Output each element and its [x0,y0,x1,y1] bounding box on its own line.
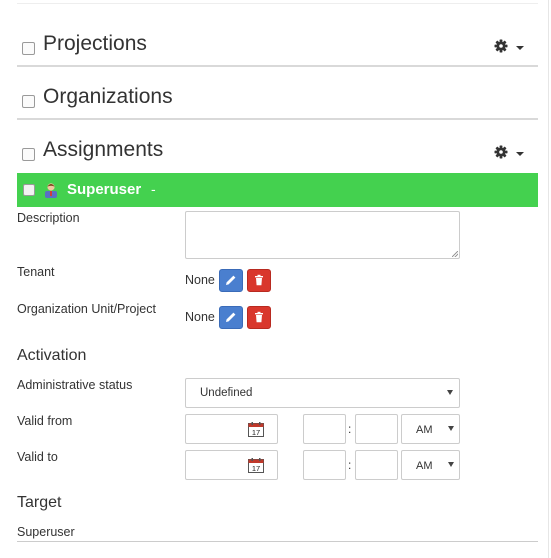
gear-icon [494,145,508,159]
resize-grip-icon[interactable] [452,251,458,257]
tenant-label: Tenant [17,265,55,279]
assignments-gear-menu[interactable] [494,145,524,161]
assignments-checkbox[interactable] [22,148,35,161]
admin-status-value: Undefined [200,387,253,399]
right-border [548,0,549,558]
target-value: Superuser [17,525,75,539]
assignment-checkbox[interactable] [23,184,35,196]
valid-from-ampm-value: AM [416,424,433,436]
assignment-name[interactable]: Superuser [67,181,141,198]
svg-text:17: 17 [252,428,260,437]
valid-to-ampm-select[interactable]: AM [401,450,460,480]
section-projections: Projections [17,31,538,67]
organizations-title: Organizations [43,85,173,108]
trash-icon [255,311,263,323]
org-unit-label: Organization Unit/Project [17,302,156,316]
chevron-down-icon [448,462,454,467]
valid-to-date-input[interactable]: 17 [185,450,278,480]
bottom-divider [17,541,538,542]
valid-from-label: Valid from [17,414,73,428]
description-textarea[interactable] [185,211,460,259]
trash-icon [255,274,263,286]
projections-title: Projections [43,32,147,55]
tenant-value: None [185,273,215,287]
org-unit-delete-button[interactable] [247,306,271,329]
organizations-checkbox[interactable] [22,95,35,108]
chevron-down-icon [447,390,453,395]
description-label: Description [17,211,80,225]
section-organizations: Organizations [17,84,538,120]
pencil-icon [226,312,236,322]
calendar-icon: 17 [248,458,264,473]
user-icon [45,183,57,198]
activation-heading: Activation [17,347,87,364]
valid-from-minute-input[interactable] [355,414,398,444]
target-heading: Target [17,494,62,511]
admin-status-select[interactable]: Undefined [185,378,460,408]
top-divider [17,3,538,4]
valid-to-hour-input[interactable] [303,450,346,480]
valid-to-label: Valid to [17,450,58,464]
valid-to-minute-input[interactable] [355,450,398,480]
admin-status-label: Administrative status [17,378,133,392]
org-unit-value: None [185,310,215,324]
gear-icon [494,39,508,53]
section-assignments: Assignments [17,137,538,171]
tenant-edit-button[interactable] [219,269,243,292]
tenant-delete-button[interactable] [247,269,271,292]
valid-from-ampm-select[interactable]: AM [401,414,460,444]
valid-from-date-input[interactable]: 17 [185,414,278,444]
projections-gear-menu[interactable] [494,39,524,55]
pencil-icon [226,275,236,285]
chevron-down-icon [448,426,454,431]
chevron-down-icon [516,46,524,50]
valid-from-time-separator: : [348,422,352,436]
valid-to-ampm-value: AM [416,460,433,472]
org-unit-edit-button[interactable] [219,306,243,329]
assignment-header[interactable]: Superuser - [17,173,538,207]
valid-from-hour-input[interactable] [303,414,346,444]
projections-checkbox[interactable] [22,42,35,55]
assignment-dash: - [151,181,156,197]
assignments-title: Assignments [43,138,164,161]
chevron-down-icon [516,152,524,156]
svg-text:17: 17 [252,464,260,473]
valid-to-time-separator: : [348,458,352,472]
calendar-icon: 17 [248,422,264,437]
